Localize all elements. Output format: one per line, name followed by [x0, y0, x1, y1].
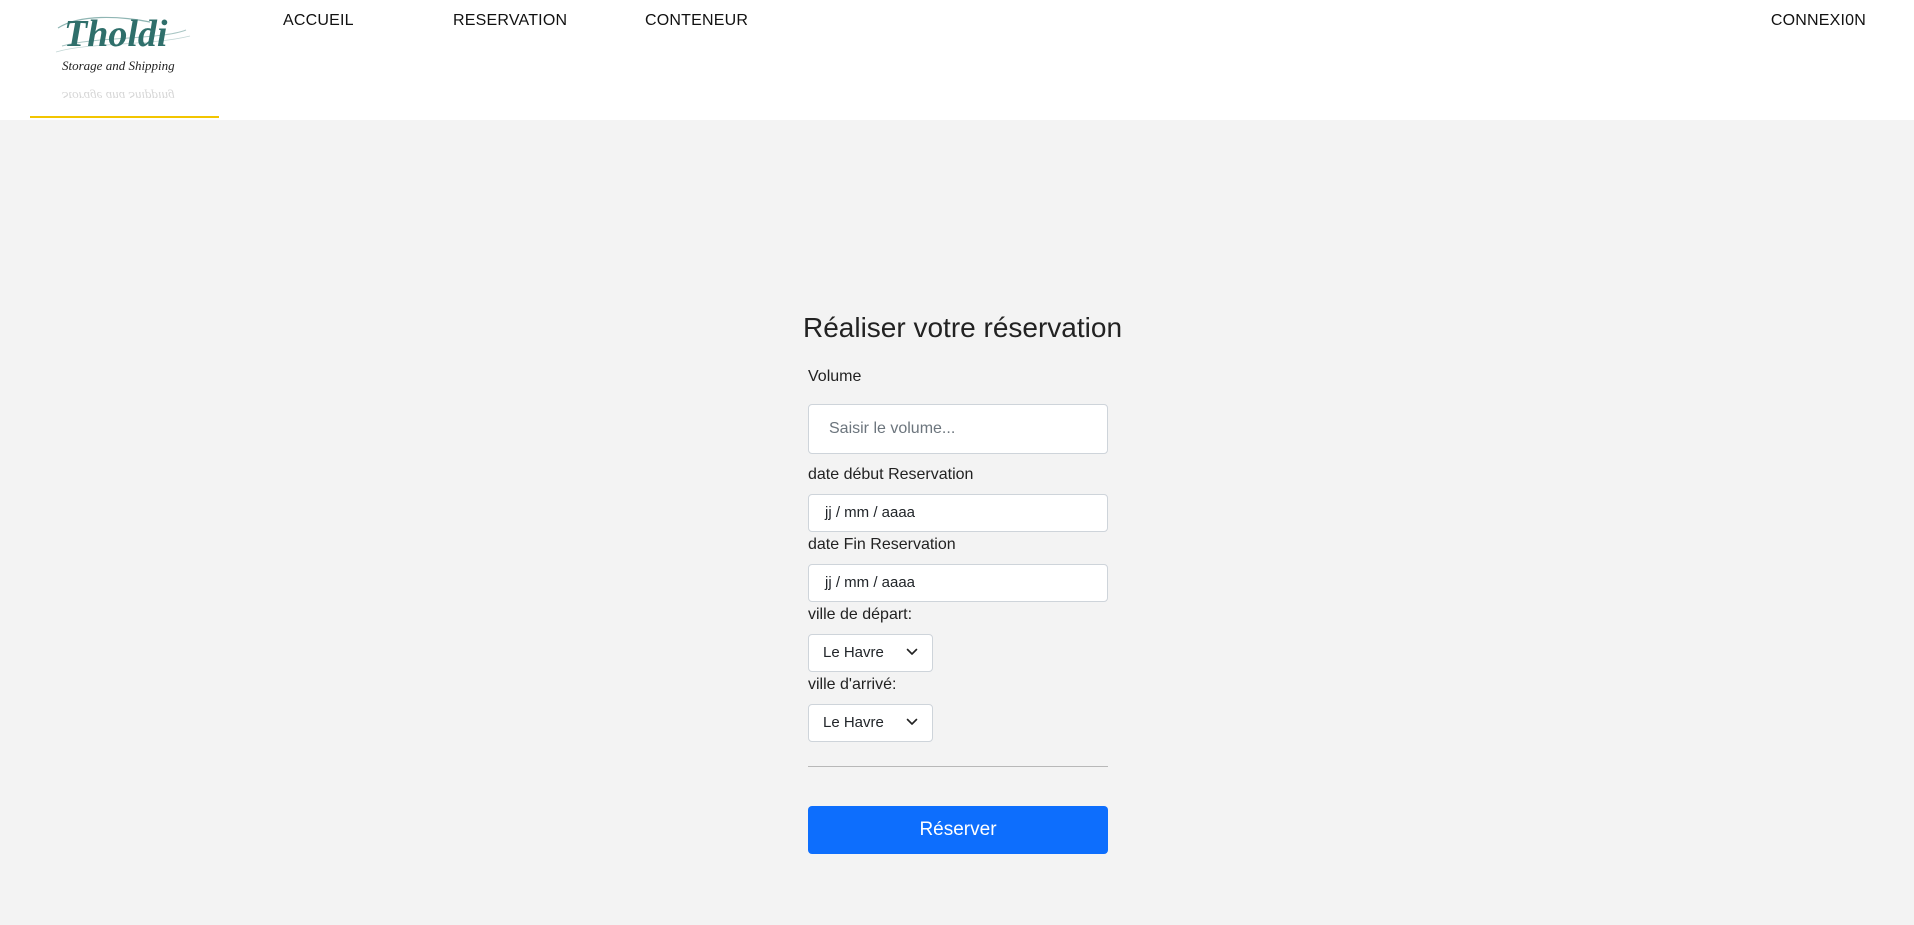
ville-depart-select[interactable]: Le Havre — [808, 634, 933, 672]
date-debut-label: date début Reservation — [808, 466, 974, 483]
tholdi-logo[interactable]: Tholdi Storage and Shipping Storage and … — [30, 0, 219, 118]
svg-text:Tholdi: Tholdi — [64, 13, 168, 55]
date-fin-input[interactable]: jj / mm / aaaa — [808, 564, 1108, 602]
nav-reservation[interactable]: RESERVATION — [453, 12, 567, 30]
ville-depart-value: Le Havre — [823, 644, 884, 661]
reserver-button[interactable]: Réserver — [808, 806, 1108, 854]
date-fin-label: date Fin Reservation — [808, 536, 956, 553]
nav-conteneur[interactable]: CONTENEUR — [645, 12, 748, 30]
form-divider — [808, 766, 1108, 767]
date-debut-input[interactable]: jj / mm / aaaa — [808, 494, 1108, 532]
svg-text:Storage and Shipping: Storage and Shipping — [62, 89, 175, 98]
logo-image: Tholdi Storage and Shipping Storage and … — [55, 13, 191, 98]
ville-arrive-select[interactable]: Le Havre — [808, 704, 933, 742]
top-navbar: Tholdi Storage and Shipping Storage and … — [0, 0, 1914, 120]
ville-arrive-value: Le Havre — [823, 714, 884, 731]
ville-depart-label: ville de départ: — [808, 606, 913, 623]
nav-connexion[interactable]: CONNEXI0N — [1771, 12, 1866, 30]
svg-text:Storage and Shipping: Storage and Shipping — [62, 58, 175, 73]
volume-input[interactable] — [808, 404, 1108, 454]
ville-arrive-label: ville d'arrivé: — [808, 676, 897, 693]
volume-label: Volume — [808, 368, 862, 385]
chevron-down-icon — [906, 718, 918, 725]
chevron-down-icon — [906, 648, 918, 655]
form-title: Réaliser votre réservation — [803, 312, 1123, 343]
nav-accueil[interactable]: ACCUEIL — [283, 12, 354, 30]
